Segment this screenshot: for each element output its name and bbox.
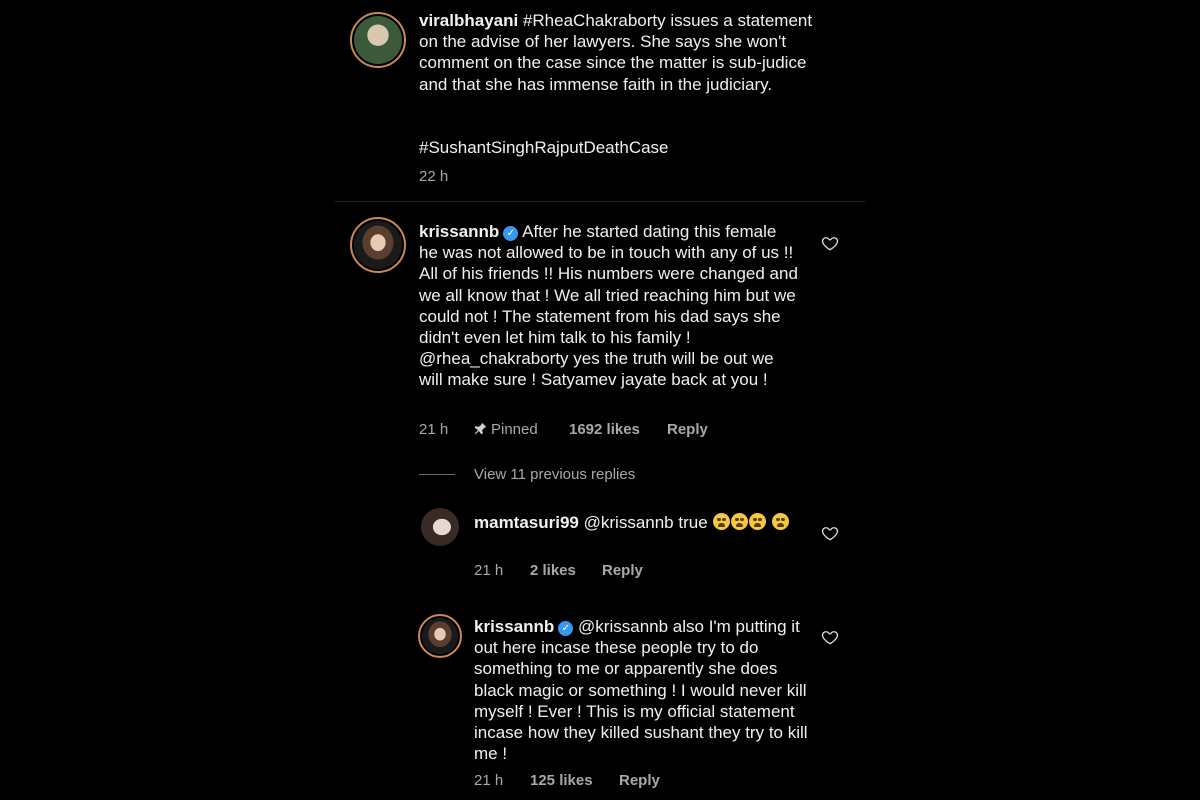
reply-body: krissannb ✓ @krissannb also I'm putting i…: [474, 616, 809, 764]
comment-time: 21 h: [419, 421, 449, 438]
reply-text: @krissannb also I'm putting it out here …: [474, 617, 808, 764]
reply-author-avatar[interactable]: [418, 614, 462, 658]
pinned-text: Pinned: [491, 421, 538, 438]
reply-time: 21 h: [474, 772, 504, 789]
crying-face-emoji: [713, 513, 731, 530]
heart-outline-icon[interactable]: [821, 234, 839, 252]
heart-outline-icon[interactable]: [821, 628, 839, 646]
comment-reply-button[interactable]: Reply: [667, 421, 708, 438]
reply-likes[interactable]: 2 likes: [530, 562, 576, 579]
crying-face-emoji: [772, 513, 790, 530]
reply-username[interactable]: mamtasuri99: [474, 513, 579, 532]
post-hashtag[interactable]: #SushantSinghRajputDeathCase: [419, 137, 669, 158]
reply-reply-button[interactable]: Reply: [602, 562, 643, 579]
comment-likes[interactable]: 1692 likes: [569, 421, 640, 438]
comment-author-avatar[interactable]: [350, 217, 406, 273]
comment-username[interactable]: krissannb: [419, 222, 499, 241]
post-author-username[interactable]: viralbhayani: [419, 11, 518, 30]
reply-author-avatar[interactable]: [421, 508, 459, 546]
verified-badge-icon: ✓: [558, 621, 574, 636]
verified-badge-icon: ✓: [503, 226, 519, 241]
post-caption: viralbhayani #RheaChakraborty issues a s…: [419, 10, 829, 95]
reply-body: mamtasuri99 @krissannb true: [474, 512, 809, 533]
pinned-label: Pinned: [474, 421, 538, 438]
pin-icon: [474, 422, 487, 435]
post-time: 22 h: [419, 168, 449, 185]
view-previous-replies-button[interactable]: View 11 previous replies: [474, 466, 635, 483]
comment-text: After he started dating this female he w…: [419, 222, 798, 390]
reply-reply-button[interactable]: Reply: [619, 772, 660, 789]
post-author-avatar[interactable]: [350, 12, 406, 68]
divider: [335, 201, 865, 202]
comment-body: krissannb ✓ After he started dating this …: [419, 221, 799, 391]
crying-face-emoji: [749, 513, 767, 530]
reply-text: @krissannb true: [583, 513, 708, 532]
replies-line: [419, 474, 455, 475]
reply-likes[interactable]: 125 likes: [530, 772, 593, 789]
crying-face-emoji: [731, 513, 749, 530]
heart-outline-icon[interactable]: [821, 524, 839, 542]
reply-time: 21 h: [474, 562, 504, 579]
reply-username[interactable]: krissannb: [474, 617, 554, 636]
